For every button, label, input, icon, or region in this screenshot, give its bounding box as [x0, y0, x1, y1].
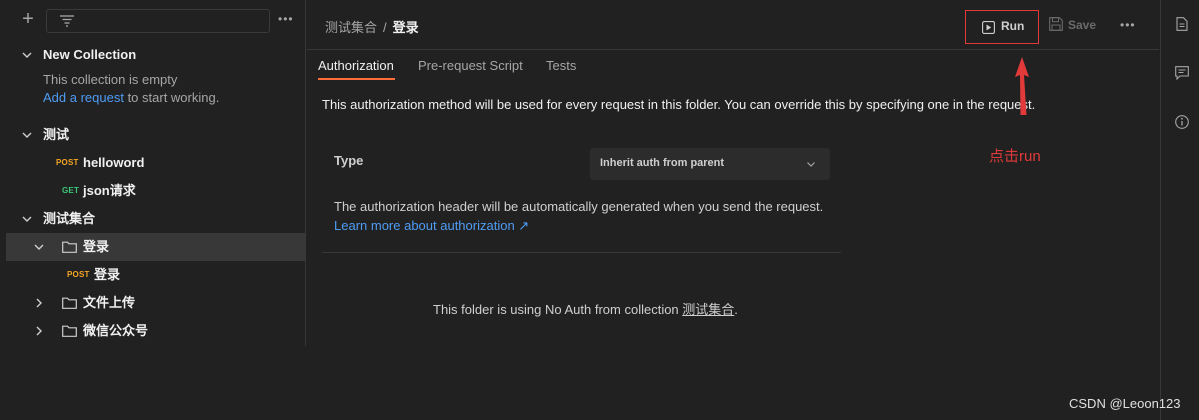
folder-note-prefix: This folder is using No Auth from collec… [433, 302, 683, 317]
chevron-right-icon[interactable] [33, 297, 45, 309]
auth-type-label: Type [334, 153, 364, 168]
tree-item-label: json请求 [83, 183, 136, 198]
chevron-down-icon [807, 162, 815, 167]
active-tab-indicator [318, 78, 395, 80]
tree-item-request[interactable]: POST 登录 [6, 261, 305, 289]
folder-icon [62, 325, 77, 337]
comment-icon[interactable] [1175, 66, 1189, 80]
tab-tests[interactable]: Tests [546, 58, 576, 73]
add-request-suffix: to start working. [123, 90, 220, 105]
tree-item-new-collection[interactable]: New Collection [6, 41, 305, 69]
breadcrumb-separator: / [383, 20, 387, 35]
info-icon[interactable] [1175, 115, 1189, 129]
learn-more-link[interactable]: Learn more about authorization ↗ [334, 218, 529, 234]
auth-type-value: Inherit auth from parent [600, 157, 725, 169]
folder-auth-note: This folder is using No Auth from collec… [433, 299, 738, 318]
collection-link[interactable]: 测试集合 [682, 302, 734, 317]
chevron-down-icon[interactable] [33, 241, 45, 253]
tab-pre-request-script[interactable]: Pre-request Script [418, 58, 523, 73]
breadcrumb: 测试集合 / 登录 [325, 17, 419, 36]
auth-type-select[interactable]: Inherit auth from parent [590, 148, 830, 180]
sidebar-toolbar: + ••• [6, 0, 305, 42]
more-options-icon[interactable]: ••• [1120, 19, 1136, 31]
add-request-link[interactable]: Add a request [43, 90, 124, 105]
tree-item-label: helloword [83, 155, 145, 170]
tree-item-folder[interactable]: 文件上传 [6, 289, 305, 317]
tree-item-folder-selected[interactable]: 登录 [6, 233, 305, 261]
chevron-right-icon[interactable] [33, 325, 45, 337]
tab-authorization[interactable]: Authorization [318, 58, 394, 73]
annotation-arrow [1015, 57, 1029, 115]
tree-item-label: 登录 [94, 267, 121, 282]
tree-item-folder[interactable]: 微信公众号 [6, 317, 305, 345]
tree-item-collection[interactable]: 测试 [6, 121, 305, 149]
tree-item-label: 测试集合 [43, 211, 96, 226]
tree-item-label: 登录 [83, 239, 110, 254]
tree-item-label: New Collection [43, 47, 137, 62]
tree-item-label: 测试 [43, 127, 70, 142]
tree-item-label: 文件上传 [83, 295, 136, 310]
chevron-down-icon[interactable] [21, 49, 33, 61]
chevron-down-icon[interactable] [21, 129, 33, 141]
folder-note-suffix: . [734, 302, 738, 317]
method-badge: POST [56, 158, 79, 167]
sidebar: + ••• New Collection This collection is … [6, 0, 306, 346]
run-label: Run [1001, 19, 1025, 33]
breadcrumb-current: 登录 [392, 20, 419, 35]
save-label: Save [1068, 18, 1097, 32]
method-badge: GET [62, 186, 80, 195]
section-divider [322, 252, 841, 253]
folder-icon [62, 297, 77, 309]
empty-collection-note: This collection is empty [6, 71, 305, 89]
filter-input[interactable] [46, 9, 270, 33]
empty-text: This collection is empty [43, 72, 178, 87]
right-rail [1160, 0, 1199, 420]
run-button[interactable]: Run [965, 10, 1039, 44]
play-icon [982, 21, 995, 34]
save-icon [1049, 17, 1063, 31]
breadcrumb-parent[interactable]: 测试集合 [325, 20, 377, 35]
auth-description: The authorization header will be automat… [334, 199, 824, 214]
add-request-hint: Add a request to start working. [6, 89, 305, 107]
method-badge: POST [67, 270, 90, 279]
folder-icon [62, 241, 77, 253]
filter-icon [60, 15, 74, 27]
auth-info-text: This authorization method will be used f… [322, 97, 1036, 112]
chevron-down-icon[interactable] [21, 213, 33, 225]
sidebar-more-icon[interactable]: ••• [278, 13, 294, 25]
tree-item-request[interactable]: GET json请求 [6, 177, 305, 205]
tree-item-request[interactable]: POST helloword [6, 149, 305, 177]
add-icon[interactable]: + [19, 9, 37, 29]
watermark: CSDN @Leoon123 [1069, 396, 1181, 411]
annotation-text: 点击run [989, 148, 1041, 165]
tree-item-collection[interactable]: 测试集合 [6, 205, 305, 233]
tree-item-label: 微信公众号 [83, 323, 149, 338]
document-icon[interactable] [1175, 17, 1189, 31]
header-divider [307, 49, 1159, 50]
main-panel: 测试集合 / 登录 Run Save ••• Authorization Pre-r… [307, 0, 1159, 420]
